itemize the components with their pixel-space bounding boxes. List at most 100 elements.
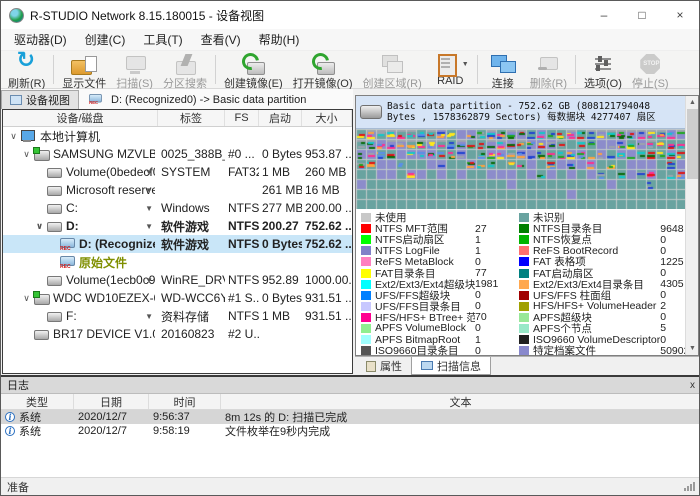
connect-button[interactable]: 连接 — [481, 52, 525, 87]
table-row[interactable]: ∨ 本地计算机 — [3, 127, 352, 145]
log-row[interactable]: i系统2020/12/79:56:378m 12s 的 D: 扫描已完成 — [1, 410, 700, 424]
create-image-button[interactable]: 创建镜像(E) — [219, 52, 288, 87]
expand-chevron-icon[interactable]: ∨ — [33, 221, 46, 232]
expand-chevron-icon[interactable]: ∨ — [7, 131, 20, 142]
scroll-thumb[interactable] — [687, 109, 698, 179]
table-row[interactable]: F:▼资料存储NTFS1 MB931.51 ... — [3, 307, 352, 325]
row-dropdown-icon[interactable]: ▼ — [145, 186, 153, 195]
log-close-icon[interactable]: x — [690, 380, 695, 391]
log-column-type[interactable]: 类型 — [1, 394, 74, 409]
device-fs: #0 ... — [225, 145, 259, 163]
open-image-icon — [309, 53, 337, 76]
table-row[interactable]: ∨WDC WD10EZEX-08W...WD-WCC6Y6...#1 S...0… — [3, 289, 352, 307]
info-icon: i — [5, 412, 15, 422]
device-name: WDC WD10EZEX-08W... — [53, 291, 155, 305]
table-row[interactable]: C:▼WindowsNTFS277 MB200.00 ... — [3, 199, 352, 217]
show-files-button[interactable]: 显示文件 — [57, 52, 111, 87]
log-column-text[interactable]: 文本 — [221, 394, 700, 409]
tab-label: D: (Recognized0) -> Basic data partition — [111, 94, 306, 106]
log-column-date[interactable]: 日期 — [74, 394, 149, 409]
window-title: R-STUDIO Network 8.15.180015 - 设备视图 — [30, 7, 264, 24]
table-row[interactable]: 原始文件 — [3, 253, 352, 271]
tab-scan-info[interactable]: 扫描信息 — [411, 357, 491, 375]
column-header-size[interactable]: 大小 — [302, 110, 352, 126]
column-header-device[interactable]: 设备/磁盘 — [3, 110, 158, 126]
device-name: BR17 DEVICE V1.00 1.... — [53, 327, 155, 341]
refresh-button[interactable]: 刷新(R) — [3, 52, 50, 87]
computer-icon — [20, 130, 37, 143]
legend-swatch — [361, 246, 371, 255]
legend-swatch — [519, 324, 529, 333]
stop-icon — [636, 53, 664, 76]
scroll-up-icon[interactable]: ▲ — [686, 96, 699, 109]
scan-header-text: Basic data partition - 752.62 GB (808121… — [387, 101, 682, 123]
scan-legend: 未使用NTFS MFT范围27NTFS启动扇区1NTFS LogFile1ReF… — [356, 209, 698, 356]
table-row[interactable]: ∨D:▼软件游戏NTFS200.27 ...752.62 ... — [3, 217, 352, 235]
app-window: R-STUDIO Network 8.15.180015 - 设备视图 – □ … — [0, 0, 700, 496]
menu-item-4[interactable]: 帮助(H) — [250, 29, 309, 50]
device-fs — [225, 181, 259, 199]
table-row[interactable]: D: (Recognize...软件游戏NTFS0 Bytes752.62 ..… — [3, 235, 352, 253]
table-row[interactable]: Volume(1ecb0c98-..▼WinRE_DRVNTFS952.89 .… — [3, 271, 352, 289]
expand-chevron-icon[interactable]: ∨ — [20, 149, 33, 160]
legend-swatch — [361, 291, 371, 300]
device-name: 本地计算机 — [40, 128, 100, 145]
legend-item: NTFS启动扇区1 — [361, 234, 519, 245]
menu-item-0[interactable]: 驱动器(D) — [5, 29, 76, 50]
raid-button[interactable]: ▼RAID — [427, 52, 474, 87]
expand-chevron-icon[interactable]: ∨ — [20, 293, 33, 304]
tab-properties[interactable]: 属性 — [357, 357, 411, 375]
toolbar-separator — [477, 55, 478, 84]
minimize-button[interactable]: – — [585, 1, 623, 29]
vol-icon — [46, 166, 63, 179]
row-dropdown-icon[interactable]: ▼ — [145, 222, 153, 231]
column-header-fs[interactable]: FS — [225, 110, 259, 126]
scan-info-panel: Basic data partition - 752.62 GB (808121… — [355, 95, 699, 356]
device-start: 952.89 ... — [259, 271, 302, 289]
menu-item-2[interactable]: 工具(T) — [134, 29, 191, 50]
device-name: D: (Recognize... — [79, 237, 155, 251]
toolbar: 刷新(R)显示文件扫描(S)分区搜索创建镜像(E)打开镜像(O)创建区域(R)▼… — [1, 51, 699, 89]
log-text: 文件枚举在9秒内完成 — [221, 423, 700, 439]
device-size: 1000.00... — [302, 271, 352, 289]
legend-item: APFS VolumeBlock0 — [361, 323, 519, 334]
scan-button: 扫描(S) — [111, 52, 158, 87]
open-image-button[interactable]: 打开镜像(O) — [288, 52, 358, 87]
scroll-down-icon[interactable]: ▼ — [686, 342, 699, 355]
device-label — [158, 181, 225, 199]
options-button[interactable]: 选项(O) — [579, 52, 627, 87]
row-dropdown-icon[interactable]: ▼ — [145, 312, 153, 321]
row-dropdown-icon[interactable]: ▼ — [145, 168, 153, 177]
table-row[interactable]: Microsoft reserve..▼261 MB16 MB — [3, 181, 352, 199]
column-header-start[interactable]: 启动 — [259, 110, 302, 126]
close-button[interactable]: × — [661, 1, 699, 29]
device-label — [158, 253, 225, 271]
recognized-drive-icon — [88, 94, 102, 105]
menu-item-3[interactable]: 查看(V) — [192, 29, 250, 50]
device-size: 260 MB — [302, 163, 352, 181]
table-row[interactable]: BR17 DEVICE V1.00 1....20160823#2 U... — [3, 325, 352, 343]
device-fs: NTFS — [225, 271, 259, 289]
legend-swatch — [361, 269, 371, 278]
tab-recognized-partition[interactable]: D: (Recognized0) -> Basic data partition — [79, 90, 314, 109]
log-time: 9:58:19 — [149, 425, 221, 437]
stop-button: 停止(S) — [627, 52, 674, 87]
table-row[interactable]: ∨SAMSUNG MZVLB1T0...0025_388B_9...#0 ...… — [3, 145, 352, 163]
legend-swatch — [361, 335, 371, 344]
device-size: 931.51 ... — [302, 289, 352, 307]
log-row[interactable]: i系统2020/12/79:58:19文件枚举在9秒内完成 — [1, 424, 700, 438]
log-date: 2020/12/7 — [74, 425, 149, 437]
table-row[interactable]: Volume(0bedecf0-..▼SYSTEMFAT321 MB260 MB — [3, 163, 352, 181]
log-column-time[interactable]: 时间 — [149, 394, 221, 409]
scan-header: Basic data partition - 752.62 GB (808121… — [356, 96, 698, 129]
scrollbar[interactable]: ▲ ▼ — [685, 96, 698, 355]
row-dropdown-icon[interactable]: ▼ — [145, 204, 153, 213]
tab-device-view[interactable]: 设备视图 — [1, 90, 79, 109]
row-dropdown-icon[interactable]: ▼ — [145, 276, 153, 285]
menu-item-1[interactable]: 创建(C) — [76, 29, 135, 50]
legend-swatch — [519, 280, 529, 289]
log-rows: i系统2020/12/79:56:378m 12s 的 D: 扫描已完成i系统2… — [1, 410, 700, 438]
maximize-button[interactable]: □ — [623, 1, 661, 29]
dropdown-arrow-icon[interactable]: ▼ — [462, 61, 469, 68]
column-header-label[interactable]: 标签 — [158, 110, 225, 126]
